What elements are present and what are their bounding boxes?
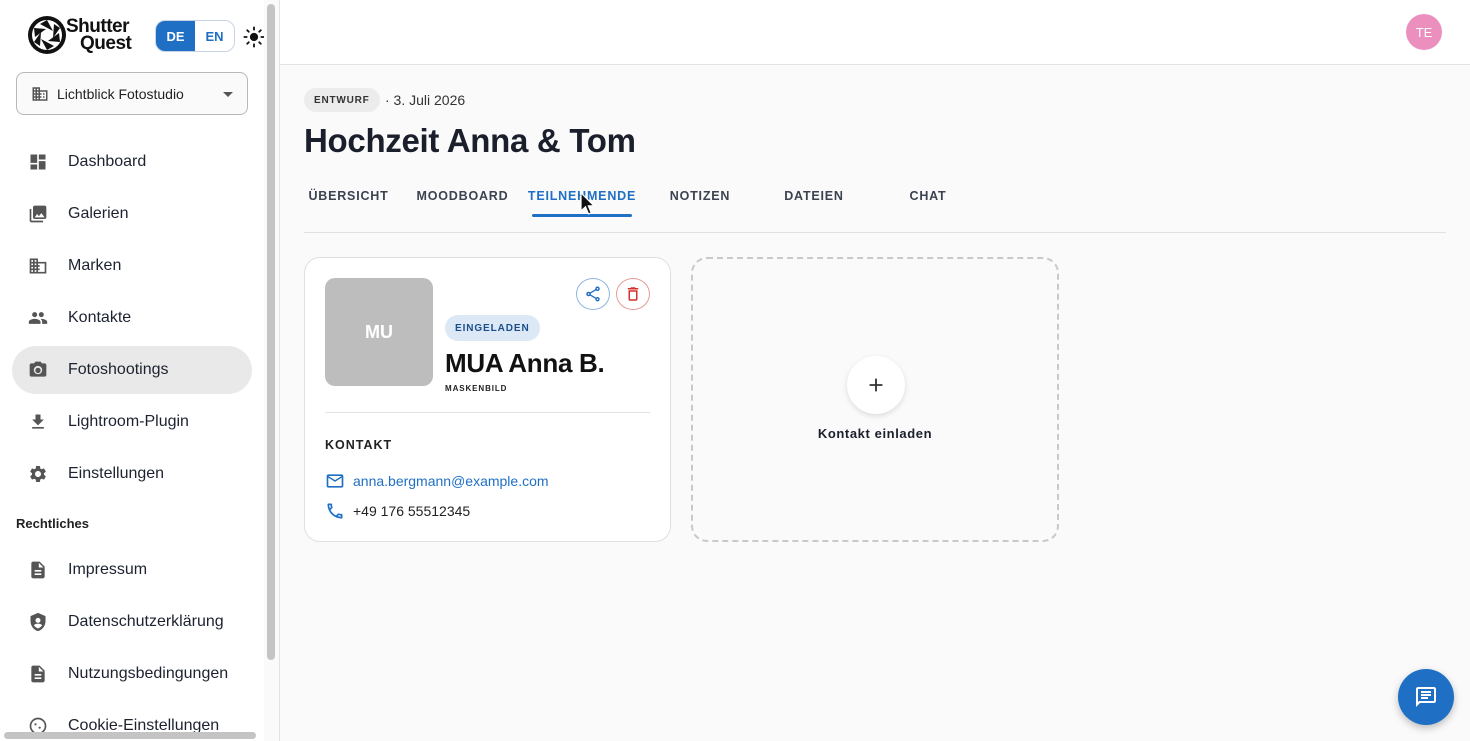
sidebar-item-label: Marken xyxy=(68,257,122,274)
tab-notizen[interactable]: NOTIZEN xyxy=(650,176,750,216)
email-link[interactable]: anna.bergmann@example.com xyxy=(353,473,549,489)
sidebar-vertical-scrollbar[interactable] xyxy=(266,4,276,660)
language-en-button[interactable]: EN xyxy=(195,21,234,51)
sidebar-horizontal-scrollbar[interactable] xyxy=(0,730,264,741)
mouse-cursor-icon xyxy=(580,192,596,215)
email-row: anna.bergmann@example.com xyxy=(325,471,549,491)
phone-number: +49 176 55512345 xyxy=(353,503,471,519)
participant-name: MUA Anna B. xyxy=(445,348,605,378)
tab-dateien[interactable]: DATEIEN xyxy=(764,176,864,216)
sidebar-item-einstellungen[interactable]: Einstellungen xyxy=(12,450,252,498)
top-bar xyxy=(280,0,1470,65)
sidebar-item-label: Dashboard xyxy=(68,153,147,170)
tab-chat[interactable]: CHAT xyxy=(878,176,978,216)
participant-card: MU EINGELADEN MUA Anna B. MASKENBILD KON… xyxy=(304,257,671,542)
sidebar-item-label: Datenschutzerklärung xyxy=(68,613,224,630)
sidebar-item-label: Nutzungsbedingungen xyxy=(68,665,229,682)
photo-library-icon xyxy=(29,205,47,223)
shield-icon xyxy=(30,612,46,632)
chat-fab-button[interactable] xyxy=(1398,669,1454,725)
download-icon xyxy=(32,414,44,429)
sidebar-item-label: Galerien xyxy=(68,205,129,222)
sidebar-item-datenschutz[interactable]: Datenschutzerklärung xyxy=(12,598,252,646)
trash-icon xyxy=(627,287,639,301)
plus-icon xyxy=(869,378,883,392)
tab-uebersicht[interactable]: ÜBERSICHT xyxy=(304,176,393,216)
building-icon xyxy=(29,258,47,274)
sidebar-item-impressum[interactable]: Impressum xyxy=(12,546,252,594)
sidebar-item-nutzungsbedingungen[interactable]: Nutzungsbedingungen xyxy=(12,650,252,698)
sidebar-divider xyxy=(279,0,280,741)
camera-icon xyxy=(29,361,47,377)
tab-moodboard[interactable]: MOODBOARD xyxy=(411,176,514,216)
invite-contact-card[interactable]: Kontakt einladen xyxy=(691,257,1059,542)
studio-select-value: Lichtblick Fotostudio xyxy=(57,85,184,102)
sidebar-item-kontakte[interactable]: Kontakte xyxy=(12,294,252,342)
invitation-status-badge: EINGELADEN xyxy=(445,315,540,341)
shoot-date: · 3. Juli 2026 xyxy=(385,92,466,108)
participant-role: MASKENBILD xyxy=(445,384,508,393)
studio-select[interactable]: Lichtblick Fotostudio xyxy=(16,72,248,115)
participant-avatar: MU xyxy=(325,278,433,386)
status-chip: ENTWURF xyxy=(304,88,380,112)
sidebar-item-fotoshootings[interactable]: Fotoshootings xyxy=(12,346,252,394)
sidebar: Shutter Quest DE EN Lichtblick Fotostudi… xyxy=(0,0,264,741)
building-icon xyxy=(32,86,48,101)
chevron-down-icon xyxy=(223,92,233,97)
tab-bar: ÜBERSICHT MOODBOARD TEILNEHMENDE NOTIZEN… xyxy=(304,176,1446,233)
page-title: Hochzeit Anna & Tom xyxy=(304,122,636,159)
user-avatar[interactable]: TE xyxy=(1406,14,1442,50)
document-icon xyxy=(31,665,45,683)
app-logo[interactable]: Shutter Quest xyxy=(26,14,146,56)
sidebar-item-lightroom-plugin[interactable]: Lightroom-Plugin xyxy=(12,398,252,446)
language-de-button[interactable]: DE xyxy=(156,21,195,51)
add-contact-button[interactable] xyxy=(847,356,905,414)
mail-icon xyxy=(326,474,344,488)
legal-section-title: Rechtliches xyxy=(16,516,89,531)
sun-icon[interactable] xyxy=(243,26,264,48)
sidebar-item-galerien[interactable]: Galerien xyxy=(12,190,252,238)
people-icon xyxy=(28,312,48,324)
gear-icon xyxy=(30,466,46,482)
sidebar-item-marken[interactable]: Marken xyxy=(12,242,252,290)
sidebar-item-label: Einstellungen xyxy=(68,465,165,482)
share-icon xyxy=(586,286,600,302)
chat-icon xyxy=(1416,687,1436,707)
share-button[interactable] xyxy=(576,278,610,310)
delete-button[interactable] xyxy=(616,278,650,310)
phone-icon xyxy=(327,503,343,519)
sidebar-item-label: Lightroom-Plugin xyxy=(68,413,189,430)
document-icon xyxy=(31,561,45,579)
phone-row: +49 176 55512345 xyxy=(325,501,470,521)
aperture-logo-icon xyxy=(28,16,66,54)
language-toggle: DE EN xyxy=(155,20,235,52)
sidebar-item-dashboard[interactable]: Dashboard xyxy=(12,138,252,186)
sidebar-item-label: Fotoshootings xyxy=(68,361,169,378)
dashboard-icon xyxy=(30,154,46,170)
card-divider xyxy=(325,412,650,413)
contact-section-title: KONTAKT xyxy=(325,438,393,452)
invite-contact-label: Kontakt einladen xyxy=(817,426,933,441)
logo-text-line2: Quest xyxy=(80,33,132,54)
sidebar-item-label: Impressum xyxy=(68,561,148,578)
sidebar-item-label: Kontakte xyxy=(68,309,132,326)
